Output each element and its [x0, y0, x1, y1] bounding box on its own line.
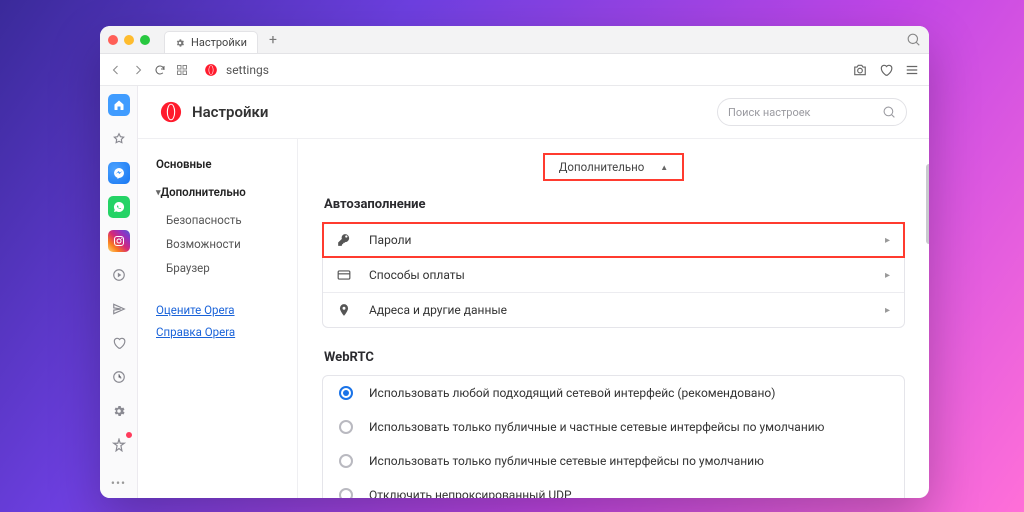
sidebar-pins-icon[interactable]: [108, 332, 130, 354]
page-header: Настройки Поиск настроек: [138, 86, 929, 139]
key-icon: [337, 233, 355, 247]
row-passwords-label: Пароли: [369, 233, 411, 247]
gear-icon: [175, 38, 185, 48]
pin-icon: [337, 303, 355, 317]
chevron-right-icon: ▸: [885, 270, 890, 281]
radio-icon: [339, 454, 353, 468]
opera-logo-icon: [160, 101, 182, 123]
scrollbar[interactable]: [926, 54, 929, 498]
webrtc-opt2-label: Использовать только публичные и частные …: [369, 420, 824, 434]
sidebar-player-icon[interactable]: [108, 264, 130, 286]
webrtc-opt2[interactable]: Использовать только публичные и частные …: [323, 410, 904, 444]
scrollbar-thumb[interactable]: [926, 164, 929, 244]
forward-button[interactable]: [132, 64, 144, 76]
nav-browser[interactable]: Браузер: [166, 261, 289, 275]
autofill-card: Пароли ▸ Способы оплаты ▸ Адреса и други…: [322, 222, 905, 328]
chevron-right-icon: ▸: [885, 305, 890, 316]
section-webrtc-title: WebRTC: [324, 350, 905, 365]
search-icon: [883, 106, 896, 119]
back-button[interactable]: [110, 64, 122, 76]
address-bar[interactable]: settings: [204, 63, 269, 77]
tab-label: Настройки: [191, 36, 247, 49]
settings-main: Дополнительно ▲ Автозаполнение Пароли ▸: [298, 139, 929, 498]
section-autofill-title: Автозаполнение: [324, 197, 905, 212]
toolbar: settings: [100, 54, 929, 86]
tab-settings[interactable]: Настройки: [164, 31, 258, 53]
close-window-icon[interactable]: [108, 35, 118, 45]
settings-nav: Основные Дополнительно Безопасность Возм…: [138, 139, 298, 498]
heart-button[interactable]: [879, 63, 893, 77]
advanced-toggle[interactable]: Дополнительно ▲: [543, 153, 684, 181]
webrtc-opt3-label: Использовать только публичные сетевые ин…: [369, 454, 764, 468]
nav-rate-opera-link[interactable]: Оцените Opera: [156, 303, 289, 317]
row-payment-label: Способы оплаты: [369, 268, 465, 282]
chevron-right-icon: ▸: [885, 235, 890, 246]
speed-dial-button[interactable]: [176, 64, 188, 76]
search-icon: [907, 33, 921, 47]
advanced-toggle-label: Дополнительно: [559, 160, 645, 174]
window-controls[interactable]: [108, 35, 150, 45]
sidebar-pinboard-icon[interactable]: [108, 434, 130, 456]
sidebar-whatsapp-icon[interactable]: [108, 196, 130, 218]
tab-search-button[interactable]: [907, 33, 921, 47]
radio-icon: [339, 420, 353, 434]
tab-bar: Настройки +: [100, 26, 929, 54]
easy-setup-button[interactable]: [905, 63, 919, 77]
address-text: settings: [226, 63, 269, 77]
search-settings-input[interactable]: Поиск настроек: [717, 98, 907, 126]
radio-icon: [339, 386, 353, 400]
app-sidebar: •••: [100, 86, 138, 498]
nav-features[interactable]: Возможности: [166, 237, 289, 251]
sidebar-instagram-icon[interactable]: [108, 230, 130, 252]
webrtc-opt1[interactable]: Использовать любой подходящий сетевой ин…: [323, 376, 904, 410]
opera-logo-icon: [204, 63, 218, 77]
radio-icon: [339, 488, 353, 498]
browser-window: Настройки + settings: [100, 26, 929, 498]
page-title: Настройки: [192, 103, 268, 121]
webrtc-opt4[interactable]: Отключить непроксированный UDP: [323, 478, 904, 498]
sidebar-flow-icon[interactable]: [108, 298, 130, 320]
webrtc-opt3[interactable]: Использовать только публичные сетевые ин…: [323, 444, 904, 478]
nav-security[interactable]: Безопасность: [166, 213, 289, 227]
nav-help-opera-link[interactable]: Справка Opera: [156, 325, 289, 339]
reload-button[interactable]: [154, 64, 166, 76]
minimize-window-icon[interactable]: [124, 35, 134, 45]
webrtc-card: Использовать любой подходящий сетевой ин…: [322, 375, 905, 498]
sidebar-history-icon[interactable]: [108, 366, 130, 388]
row-payment[interactable]: Способы оплаты ▸: [323, 257, 904, 292]
new-tab-button[interactable]: +: [262, 32, 284, 48]
sidebar-more-icon[interactable]: •••: [111, 476, 126, 490]
webrtc-opt1-label: Использовать любой подходящий сетевой ин…: [369, 386, 775, 400]
maximize-window-icon[interactable]: [140, 35, 150, 45]
nav-advanced[interactable]: Дополнительно: [156, 185, 289, 199]
chevron-up-icon: ▲: [660, 163, 668, 172]
row-addresses-label: Адреса и другие данные: [369, 303, 507, 317]
row-addresses[interactable]: Адреса и другие данные ▸: [323, 292, 904, 327]
settings-content: Настройки Поиск настроек Основные Дополн…: [138, 86, 929, 498]
sidebar-settings-icon[interactable]: [108, 400, 130, 422]
body: ••• Настройки Поиск настроек Основные До…: [100, 86, 929, 498]
card-icon: [337, 268, 355, 282]
webrtc-opt4-label: Отключить непроксированный UDP: [369, 488, 572, 498]
search-placeholder: Поиск настроек: [728, 106, 811, 119]
nav-basic[interactable]: Основные: [156, 157, 289, 171]
sidebar-home-icon[interactable]: [108, 94, 130, 116]
sidebar-messenger-icon[interactable]: [108, 162, 130, 184]
row-passwords[interactable]: Пароли ▸: [323, 223, 904, 257]
snapshot-button[interactable]: [853, 63, 867, 77]
sidebar-bookmarks-icon[interactable]: [108, 128, 130, 150]
